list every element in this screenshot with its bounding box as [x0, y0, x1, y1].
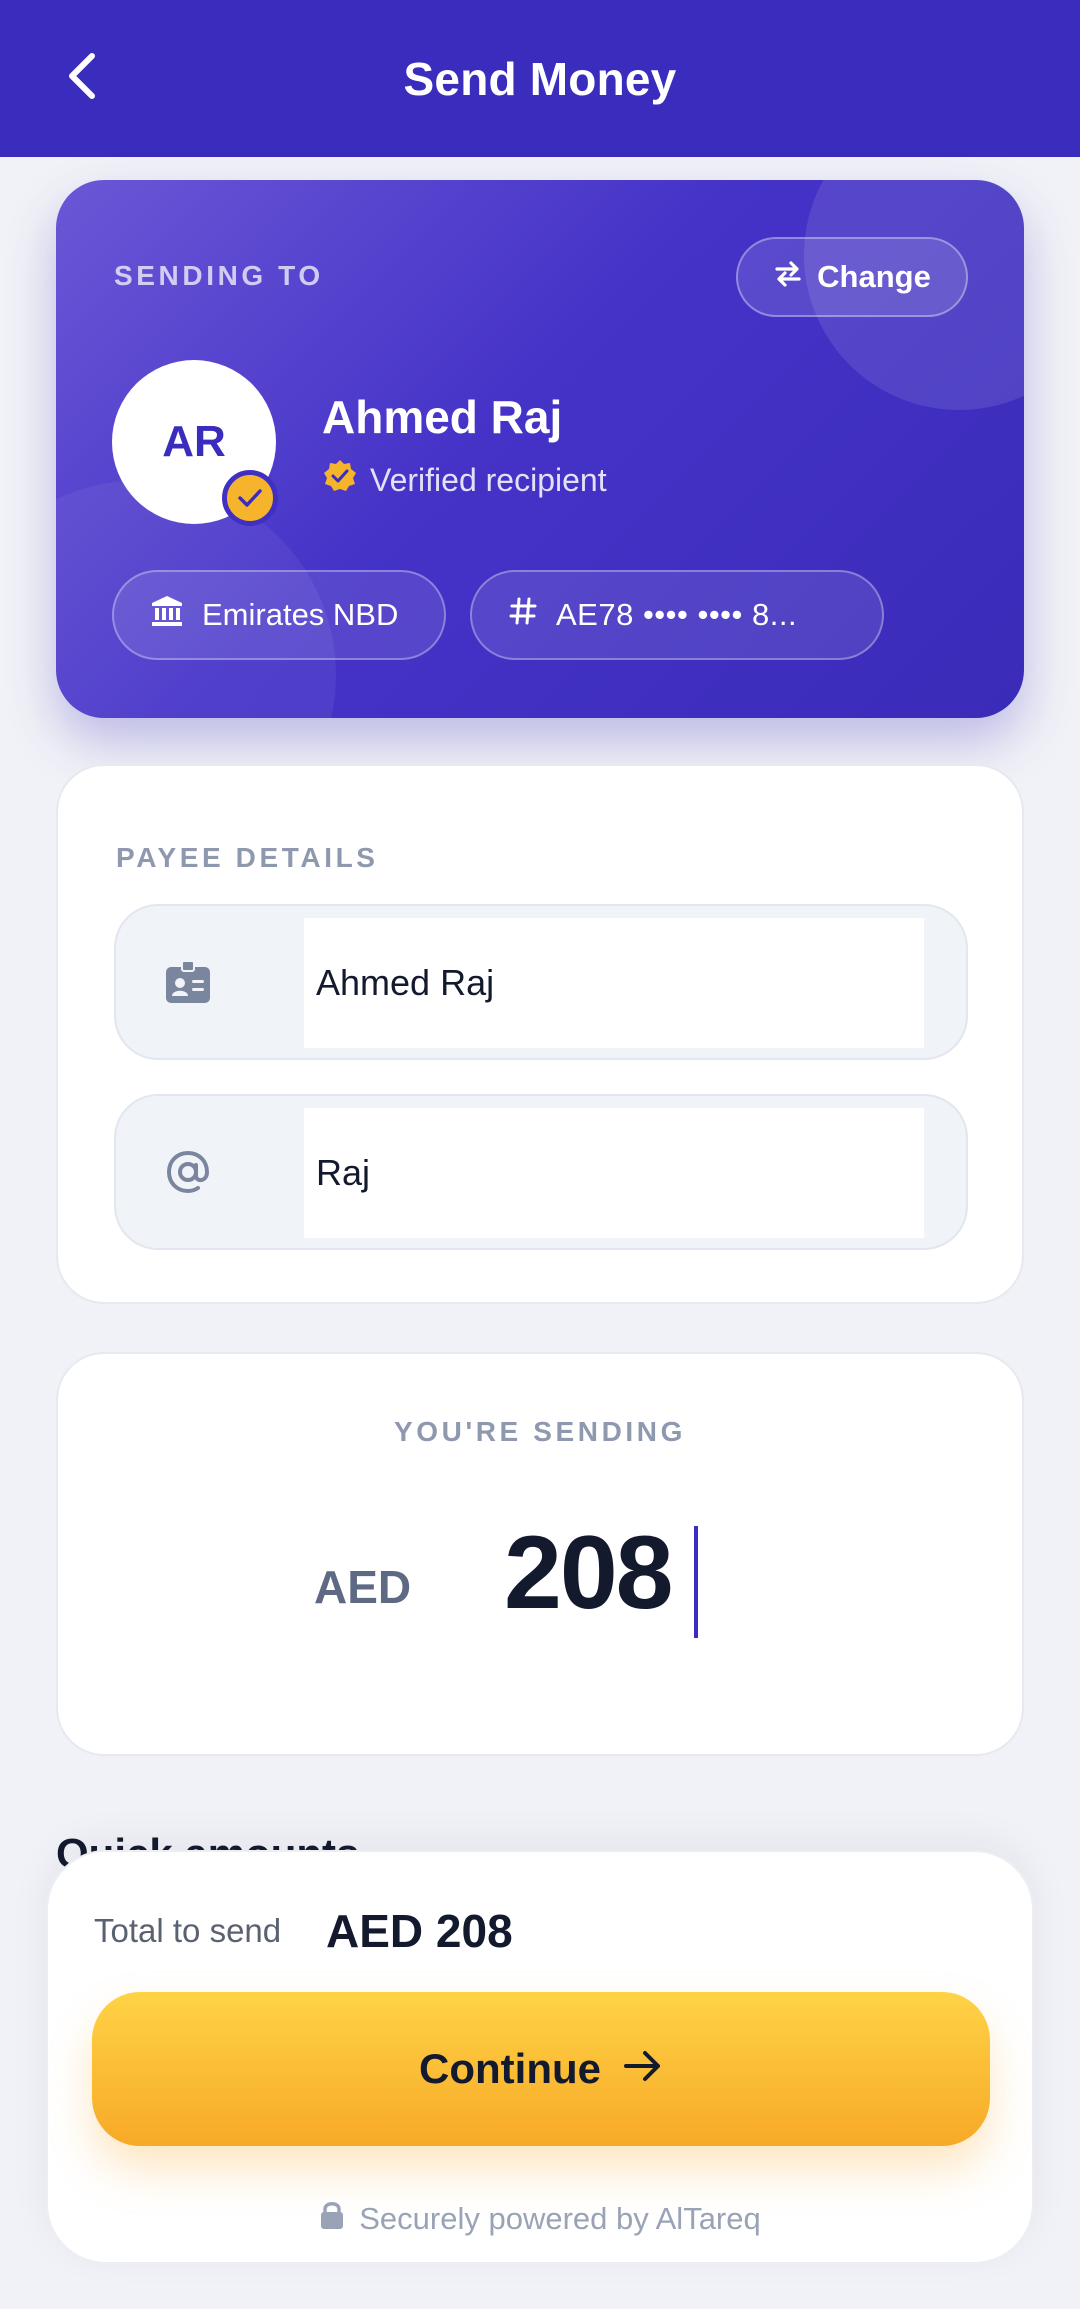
- at-icon: [160, 1144, 216, 1200]
- verified-check-icon: [222, 470, 278, 526]
- verified-text: Verified recipient: [370, 461, 607, 498]
- sending-to-label: SENDING TO: [114, 260, 324, 291]
- payee-name-input[interactable]: [304, 918, 924, 1048]
- total-label: Total to send: [94, 1912, 282, 1949]
- payee-handle-input[interactable]: [304, 1108, 924, 1238]
- iban-masked: AE78 •••• •••• 8...: [556, 597, 798, 632]
- amount-input[interactable]: 208: [504, 1514, 674, 1633]
- verified-badge-icon: [322, 458, 358, 502]
- send-money-screen: Send Money SENDING TO Change AR Ahmed Ra…: [0, 0, 1080, 2309]
- app-header: Send Money: [0, 0, 1080, 157]
- verified-status: Verified recipient: [322, 458, 607, 502]
- amount-card[interactable]: YOU'RE SENDING AED 208: [56, 1352, 1024, 1756]
- back-button[interactable]: [52, 49, 112, 109]
- chevron-left-icon: [62, 52, 102, 105]
- continue-label: Continue: [419, 2045, 601, 2092]
- payee-details-label: PAYEE DETAILS: [116, 842, 379, 873]
- bank-chip: Emirates NBD: [112, 570, 446, 660]
- lock-icon: [319, 2200, 345, 2238]
- swap-arrows-icon: [773, 259, 803, 295]
- change-recipient-button[interactable]: Change: [736, 237, 968, 317]
- iban-chip: AE78 •••• •••• 8...: [470, 570, 884, 660]
- youre-sending-label: YOU'RE SENDING: [394, 1416, 686, 1447]
- secure-text: Securely powered by AlTareq: [359, 2201, 761, 2236]
- security-note: Securely powered by AlTareq: [48, 2200, 1032, 2238]
- text-caret: [694, 1526, 698, 1638]
- currency-code: AED: [314, 1561, 412, 1613]
- recipient-card: SENDING TO Change AR Ahmed Raj Verified …: [56, 180, 1024, 718]
- bank-icon: [150, 594, 184, 636]
- continue-button[interactable]: Continue: [92, 1992, 990, 2146]
- payee-details-card: PAYEE DETAILS: [56, 764, 1024, 1304]
- bank-name: Emirates NBD: [202, 597, 399, 632]
- recipient-name: Ahmed Raj: [322, 391, 563, 443]
- change-label: Change: [817, 259, 931, 294]
- arrow-right-icon: [623, 2045, 663, 2093]
- payee-handle-field: [114, 1094, 968, 1250]
- page-title: Send Money: [403, 52, 677, 105]
- hash-icon: [508, 596, 538, 634]
- id-badge-icon: [160, 954, 216, 1010]
- summary-sheet: Total to send AED 208 Continue Securely …: [46, 1850, 1034, 2264]
- total-value: AED 208: [326, 1905, 513, 1957]
- payee-name-field: [114, 904, 968, 1060]
